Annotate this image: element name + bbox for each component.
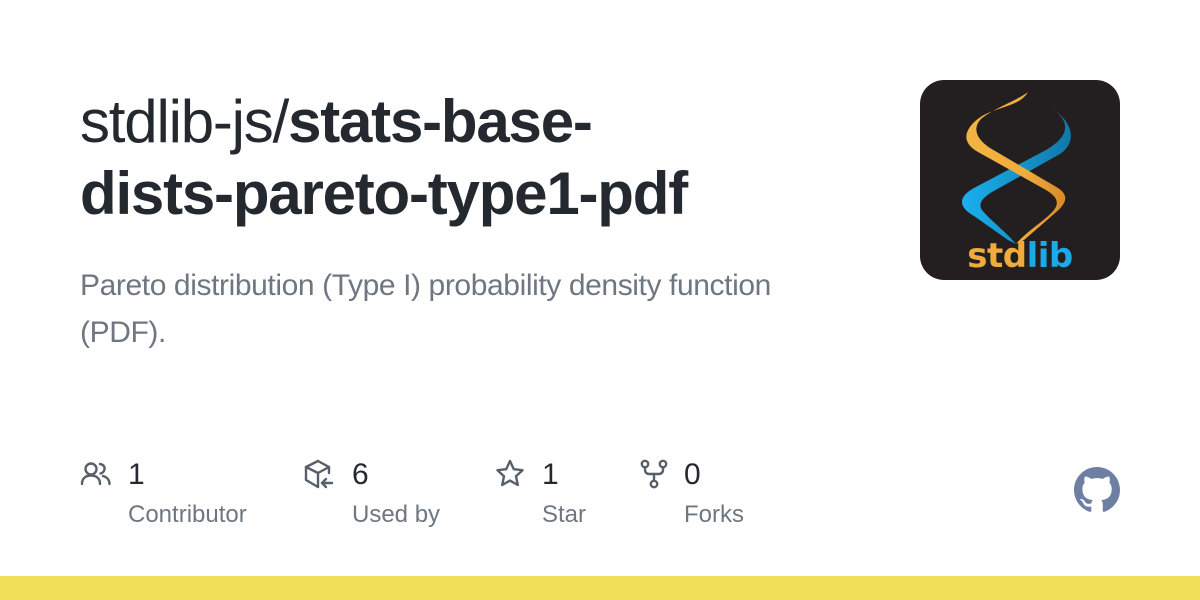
forks-label: Forks xyxy=(684,501,744,528)
contributors-count: 1 xyxy=(128,458,145,491)
repo-name-line2: dists-pareto-type1-pdf xyxy=(80,160,688,227)
repo-forked-icon xyxy=(640,459,668,489)
repo-description: Pareto distribution (Type I) probability… xyxy=(80,269,771,349)
github-logo-icon[interactable] xyxy=(1074,467,1120,513)
repo-owner[interactable]: stdlib-js/ xyxy=(80,88,289,155)
logo-orange-strand xyxy=(966,92,1066,244)
package-dependents-icon xyxy=(304,459,334,489)
forks-count: 0 xyxy=(684,458,701,491)
repo-name-line1: stats-base- xyxy=(288,88,593,155)
used-by-label: Used by xyxy=(352,501,441,528)
contributors-label: Contributor xyxy=(128,501,247,528)
logo-blue-strand xyxy=(961,110,1071,244)
logo-wordmark: stdlib xyxy=(967,236,1073,276)
people-icon xyxy=(80,462,111,486)
used-by-count: 6 xyxy=(352,458,369,491)
language-bar xyxy=(0,576,1200,600)
repo-title: stdlib-js/stats-base-dists-pareto-type1-… xyxy=(80,86,840,230)
star-icon xyxy=(496,459,524,487)
stars-label: Star xyxy=(542,501,587,528)
stars-count: 1 xyxy=(542,458,559,491)
stdlib-logo: stdlib xyxy=(920,80,1120,280)
